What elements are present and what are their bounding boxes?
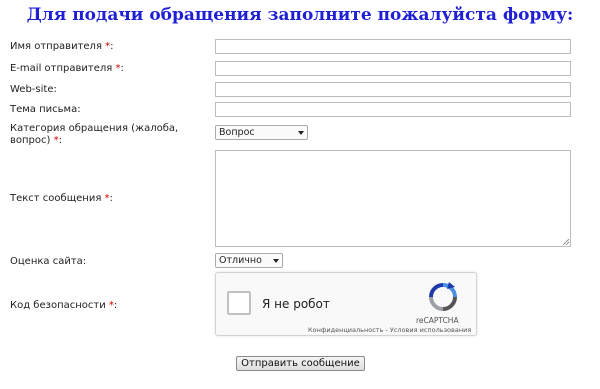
chevron-down-icon [298,131,304,135]
email-label: E-mail отправителя *: [10,63,124,74]
email-input[interactable] [215,61,571,76]
message-label: Текст сообщения *: [10,193,113,204]
name-label: Имя отправителя *: [10,41,114,52]
rating-label: Оценка сайта: [10,256,87,267]
terms-link[interactable]: Условия использования [390,326,471,334]
category-label: Категория обращения (жалоба, вопрос) *: [10,123,179,146]
recaptcha-logo-icon [429,282,457,311]
required-mark: * [105,41,111,52]
message-textarea[interactable] [215,150,571,247]
category-select[interactable]: Вопрос [215,125,308,140]
recaptcha-checkbox[interactable] [227,291,251,315]
required-mark: * [104,193,110,204]
recaptcha-links: Конфиденциальность - Условия использован… [308,326,472,334]
security-label: Код безопасности *: [10,300,118,311]
chevron-down-icon [273,259,279,263]
recaptcha-widget: Я не робот reCAPTCHA Конфиденциальность … [215,272,477,336]
submit-button[interactable]: Отправить сообщение [236,356,365,371]
required-mark: * [115,63,121,74]
website-label: Web-site: [10,84,57,95]
form-title: Для подачи обращения заполните пожалуйст… [26,5,574,25]
recaptcha-label: Я не робот [262,297,330,311]
required-mark: * [108,300,114,311]
subject-label: Тема письма: [10,104,81,115]
rating-select[interactable]: Отлично [215,253,283,268]
privacy-link[interactable]: Конфиденциальность [308,326,383,334]
subject-input[interactable] [215,102,571,117]
name-input[interactable] [215,39,571,54]
required-mark: * [53,135,59,146]
resize-grip-icon[interactable] [563,239,569,245]
recaptcha-brand: reCAPTCHA [416,316,459,325]
website-input[interactable] [215,82,571,97]
